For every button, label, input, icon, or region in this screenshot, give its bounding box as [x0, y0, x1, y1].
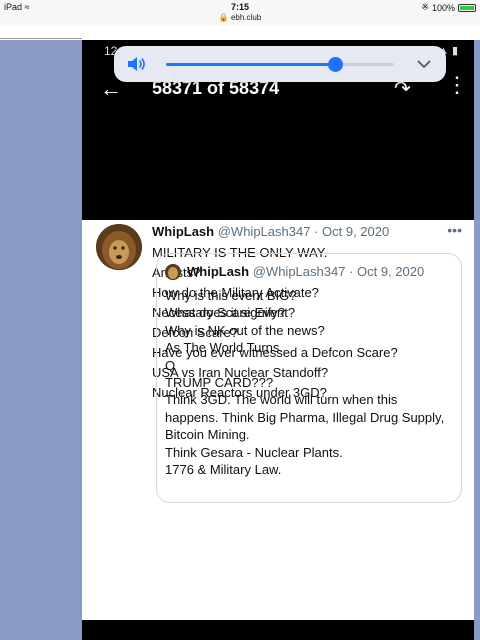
- author-name[interactable]: WhipLash: [152, 224, 214, 239]
- quote-line: What does it signify?: [165, 305, 285, 321]
- volume-panel: [114, 46, 446, 82]
- quote-line: Think 3GD. The world will turn when this: [165, 392, 398, 408]
- quote-line: happens. Think Big Pharma, Illegal Drug …: [165, 409, 445, 425]
- bottom-bar: [82, 620, 474, 640]
- quote-line: Q: [165, 357, 176, 373]
- volume-knob[interactable]: [327, 57, 343, 72]
- quote-line: 1776 & Military Law.: [165, 462, 282, 478]
- volume-slider[interactable]: [166, 57, 394, 72]
- tweet-header: WhipLash @WhipLash347 · Oct 9, 2020: [152, 224, 389, 239]
- battery-icon: [458, 3, 476, 12]
- quoted-header: WhipLash @WhipLash347 · Oct 9, 2020: [187, 264, 424, 279]
- url-text: ebh.club: [230, 13, 262, 22]
- volume-fill: [166, 63, 335, 66]
- quoted-author-name: WhipLash: [187, 264, 250, 279]
- quoted-avatar: [165, 264, 181, 280]
- chevron-down-icon[interactable]: [414, 54, 434, 74]
- quoted-text: Why is this event BIG? What does it sign…: [165, 287, 461, 478]
- divider: [0, 38, 82, 39]
- speaker-icon[interactable]: [126, 54, 146, 74]
- quoted-author-handle: @WhipLash347: [252, 264, 346, 279]
- quoted-date: · Oct 9, 2020: [349, 264, 425, 279]
- bluetooth-icon: ※: [421, 2, 429, 12]
- quote-line: Think Gesara - Nuclear Plants.: [165, 444, 343, 460]
- author-handle[interactable]: @WhipLash347: [218, 224, 311, 239]
- quote-line: Bitcoin Mining.: [165, 427, 250, 443]
- more-options-icon[interactable]: ⋮: [446, 74, 468, 96]
- tweet-date[interactable]: · Oct 9, 2020: [314, 224, 389, 239]
- quote-line: Why is NK out of the news?: [165, 322, 325, 338]
- quoted-tweet[interactable]: WhipLash @WhipLash347 · Oct 9, 2020 Why …: [156, 253, 462, 503]
- battery-percent: 100%: [431, 2, 455, 13]
- url-label[interactable]: 🔒 ebh.club: [0, 13, 480, 22]
- phone-screenshot: 12 ▲ ▮ ← 58371 of 58374 ↷ ⋮ WhipLash @Wh…: [82, 40, 474, 640]
- status-right: ※ 100%: [421, 2, 476, 13]
- status-time: 7:15: [230, 2, 249, 12]
- ios-status-bar: iPad ≈ 7:15 🔒 ebh.club ※ 100%: [0, 0, 480, 26]
- quote-line: Why is this event BIG?: [165, 288, 297, 303]
- lock-icon: 🔒: [218, 13, 229, 22]
- more-icon[interactable]: •••: [447, 222, 462, 238]
- avatar[interactable]: [96, 224, 142, 270]
- quote-line: TRUMP CARD???: [165, 375, 274, 391]
- quote-line: As The World Turns.: [165, 340, 284, 356]
